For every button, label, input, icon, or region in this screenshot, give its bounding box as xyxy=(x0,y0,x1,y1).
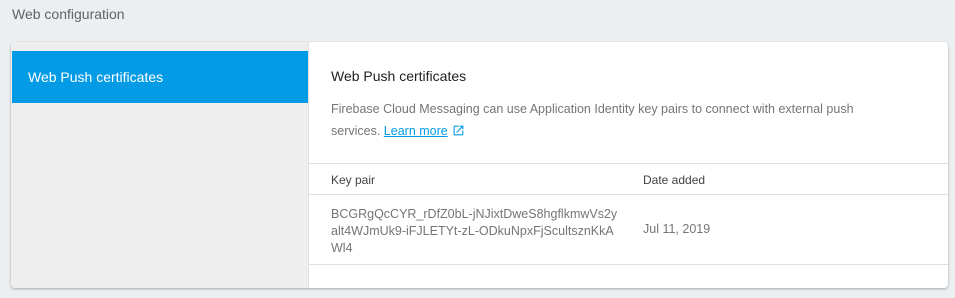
content-title: Web Push certificates xyxy=(331,68,467,84)
web-config-card: Web Push certificates Web Push certifica… xyxy=(11,42,948,288)
open-in-new-icon[interactable] xyxy=(452,122,465,144)
key-pair-value: BCGRgQcCYR_rDfZ0bL-jNJixtDweS8hgflkmwVs2… xyxy=(331,207,618,255)
key-pair-table: Key pair Date added BCGRgQcCYR_rDfZ0bL-j… xyxy=(309,163,948,265)
header-date-added: Date added xyxy=(643,173,706,187)
table-header: Key pair Date added xyxy=(309,164,948,195)
nav-item-label: Web Push certificates xyxy=(28,69,164,85)
learn-more-link[interactable]: Learn more xyxy=(384,124,448,138)
header-key-pair: Key pair xyxy=(331,173,376,187)
nav-item-web-push-certificates[interactable]: Web Push certificates xyxy=(12,51,308,103)
table-row: BCGRgQcCYR_rDfZ0bL-jNJixtDweS8hgflkmwVs2… xyxy=(309,195,948,265)
description: Firebase Cloud Messaging can use Applica… xyxy=(331,98,901,144)
date-added-value: Jul 11, 2019 xyxy=(643,222,711,236)
section-title: Web configuration xyxy=(12,6,125,22)
side-nav: Web Push certificates xyxy=(11,42,309,288)
content-panel: Web Push certificates Firebase Cloud Mes… xyxy=(309,42,948,288)
